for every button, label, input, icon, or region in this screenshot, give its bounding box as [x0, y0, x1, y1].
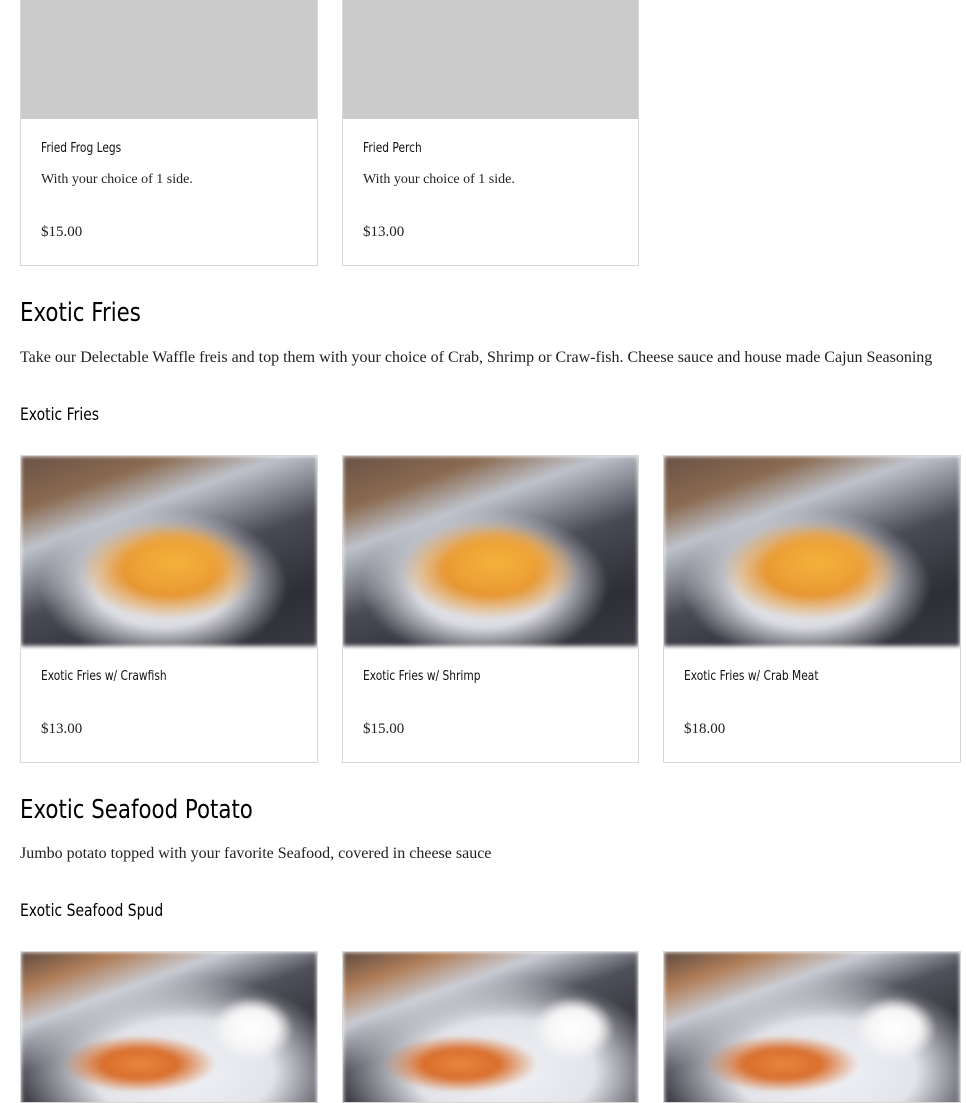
menu-item-card[interactable]	[20, 951, 318, 1103]
dish-image-placeholder	[343, 0, 638, 119]
menu-item-card[interactable]: Exotic Fries w/ Shrimp $15.00	[342, 455, 639, 763]
dish-image	[343, 456, 638, 646]
menu-item-card[interactable]	[342, 951, 639, 1103]
dish-name: Fried Frog Legs	[41, 141, 122, 156]
dish-name: Exotic Fries w/ Crab Meat	[684, 669, 819, 684]
dish-description: With your choice of 1 side.	[363, 172, 515, 187]
dish-image	[664, 952, 960, 1102]
dish-price: $15.00	[41, 224, 83, 240]
section-description: Take our Delectable Waffle freis and top…	[20, 349, 933, 366]
menu-item-card[interactable]	[663, 951, 961, 1103]
dish-name: Exotic Fries w/ Shrimp	[363, 669, 481, 684]
dish-image	[343, 952, 638, 1102]
dish-image	[21, 456, 317, 646]
dish-name: Exotic Fries w/ Crawfish	[41, 669, 167, 684]
section-title: Exotic Seafood Potato	[20, 795, 253, 825]
menu-item-card[interactable]: Exotic Fries w/ Crab Meat $18.00	[663, 455, 961, 763]
dish-price: $15.00	[363, 721, 405, 737]
dish-name: Fried Perch	[363, 141, 422, 156]
subsection-title: Exotic Seafood Spud	[20, 901, 164, 921]
section-description: Jumbo potato topped with your favorite S…	[20, 845, 492, 862]
dish-image	[21, 952, 317, 1102]
dish-image	[664, 456, 960, 646]
dish-description: With your choice of 1 side.	[41, 172, 193, 187]
menu-item-card[interactable]: Exotic Fries w/ Crawfish $13.00	[20, 455, 318, 763]
section-title: Exotic Fries	[20, 298, 141, 328]
dish-price: $13.00	[41, 721, 83, 737]
dish-price: $13.00	[363, 224, 405, 240]
dish-price: $18.00	[684, 721, 726, 737]
dish-image-placeholder	[21, 0, 317, 119]
subsection-title: Exotic Fries	[20, 405, 100, 425]
menu-item-card[interactable]: Fried Frog Legs With your choice of 1 si…	[20, 0, 318, 266]
menu-item-card[interactable]: Fried Perch With your choice of 1 side. …	[342, 0, 639, 266]
